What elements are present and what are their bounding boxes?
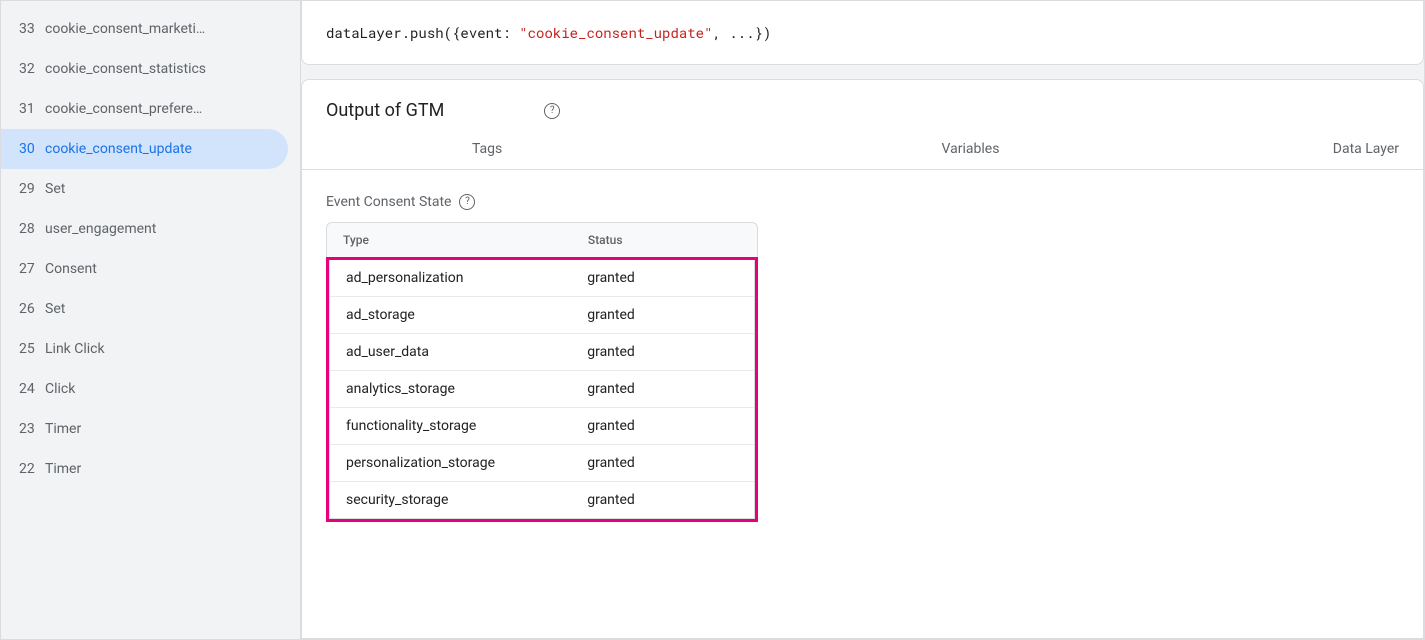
event-label: cookie_consent_update: [45, 141, 192, 157]
sidebar-item-event[interactable]: 32cookie_consent_statistics: [1, 49, 288, 89]
event-number: 22: [19, 461, 45, 477]
sidebar-item-event[interactable]: 28user_engagement: [1, 209, 288, 249]
event-label: user_engagement: [45, 221, 156, 237]
sidebar-item-event[interactable]: 25Link Click: [1, 329, 288, 369]
sidebar-item-event[interactable]: 29Set: [1, 169, 288, 209]
event-number: 25: [19, 341, 45, 357]
event-label: Consent: [45, 261, 97, 277]
tab-data-layer[interactable]: Data Layer: [1293, 129, 1399, 169]
event-number: 27: [19, 261, 45, 277]
tab-tags[interactable]: Tags: [326, 129, 648, 169]
event-label: Link Click: [45, 341, 105, 357]
event-number: 24: [19, 381, 45, 397]
datalayer-code-snippet: dataLayer.push({event: "cookie_consent_u…: [301, 1, 1424, 65]
cell-status: granted: [587, 455, 738, 471]
sidebar-item-event[interactable]: 30cookie_consent_update: [1, 129, 288, 169]
event-number: 33: [19, 21, 45, 37]
event-label: Click: [45, 381, 75, 397]
main-panel: dataLayer.push({event: "cookie_consent_u…: [301, 1, 1424, 639]
event-label: cookie_consent_marketi…: [45, 21, 205, 37]
code-suffix: , ...}): [712, 23, 771, 42]
event-number: 23: [19, 421, 45, 437]
tab-variables[interactable]: Variables: [648, 129, 1293, 169]
event-label: Set: [45, 301, 65, 317]
cell-type: ad_personalization: [346, 270, 587, 286]
cell-status: granted: [587, 270, 738, 286]
app-container: 33cookie_consent_marketi…32cookie_consen…: [0, 0, 1425, 640]
event-number: 31: [19, 101, 45, 117]
cell-status: granted: [587, 418, 738, 434]
cell-type: personalization_storage: [346, 455, 587, 471]
event-label: Timer: [45, 421, 81, 437]
consent-section-label: Event Consent State: [326, 194, 451, 210]
cell-type: ad_storage: [346, 307, 587, 323]
highlighted-table-body: ad_personalizationgrantedad_storagegrant…: [326, 257, 758, 522]
sidebar-item-event[interactable]: 31cookie_consent_prefere…: [1, 89, 288, 129]
sidebar-item-event[interactable]: 26Set: [1, 289, 288, 329]
code-prefix: dataLayer.push({event:: [326, 23, 519, 42]
table-row: analytics_storagegranted: [330, 371, 754, 408]
table-header-row: Type Status: [326, 222, 758, 257]
output-content: Event Consent State ? Type Status ad_per…: [302, 170, 1423, 638]
event-label: Set: [45, 181, 65, 197]
cell-type: functionality_storage: [346, 418, 587, 434]
cell-status: granted: [587, 307, 738, 323]
table-row: ad_personalizationgranted: [330, 260, 754, 297]
help-icon[interactable]: ?: [459, 194, 475, 210]
cell-type: ad_user_data: [346, 344, 587, 360]
table-row: ad_storagegranted: [330, 297, 754, 334]
cell-status: granted: [587, 381, 738, 397]
column-header-status: Status: [588, 233, 741, 247]
cell-type: security_storage: [346, 492, 587, 508]
event-number: 28: [19, 221, 45, 237]
event-label: cookie_consent_statistics: [45, 61, 206, 77]
cell-status: granted: [587, 492, 738, 508]
table-row: personalization_storagegranted: [330, 445, 754, 482]
help-icon[interactable]: ?: [544, 103, 560, 119]
sidebar-item-event[interactable]: 33cookie_consent_marketi…: [1, 9, 288, 49]
table-row: ad_user_datagranted: [330, 334, 754, 371]
output-panel: Output of GTM ? TagsVariablesData Layer …: [301, 79, 1424, 639]
cell-status: granted: [587, 344, 738, 360]
event-number: 32: [19, 61, 45, 77]
output-header: Output of GTM ?: [302, 80, 1423, 129]
event-label: Timer: [45, 461, 81, 477]
consent-section-title: Event Consent State ?: [326, 194, 1399, 210]
sidebar-item-event[interactable]: 23Timer: [1, 409, 288, 449]
event-number: 29: [19, 181, 45, 197]
sidebar-item-event[interactable]: 24Click: [1, 369, 288, 409]
sidebar-item-event[interactable]: 22Timer: [1, 449, 288, 489]
output-title: Output of GTM: [326, 100, 444, 121]
event-label: cookie_consent_prefere…: [45, 101, 202, 117]
event-number: 30: [19, 141, 45, 157]
code-string: "cookie_consent_update": [519, 23, 712, 42]
sidebar-item-event[interactable]: 27Consent: [1, 249, 288, 289]
output-tabs: TagsVariablesData Layer: [302, 129, 1423, 170]
event-list-sidebar: 33cookie_consent_marketi…32cookie_consen…: [1, 1, 301, 639]
consent-state-table: Type Status ad_personalizationgrantedad_…: [326, 222, 758, 522]
column-header-type: Type: [343, 233, 588, 247]
table-row: security_storagegranted: [330, 482, 754, 518]
table-row: functionality_storagegranted: [330, 408, 754, 445]
cell-type: analytics_storage: [346, 381, 587, 397]
event-number: 26: [19, 301, 45, 317]
